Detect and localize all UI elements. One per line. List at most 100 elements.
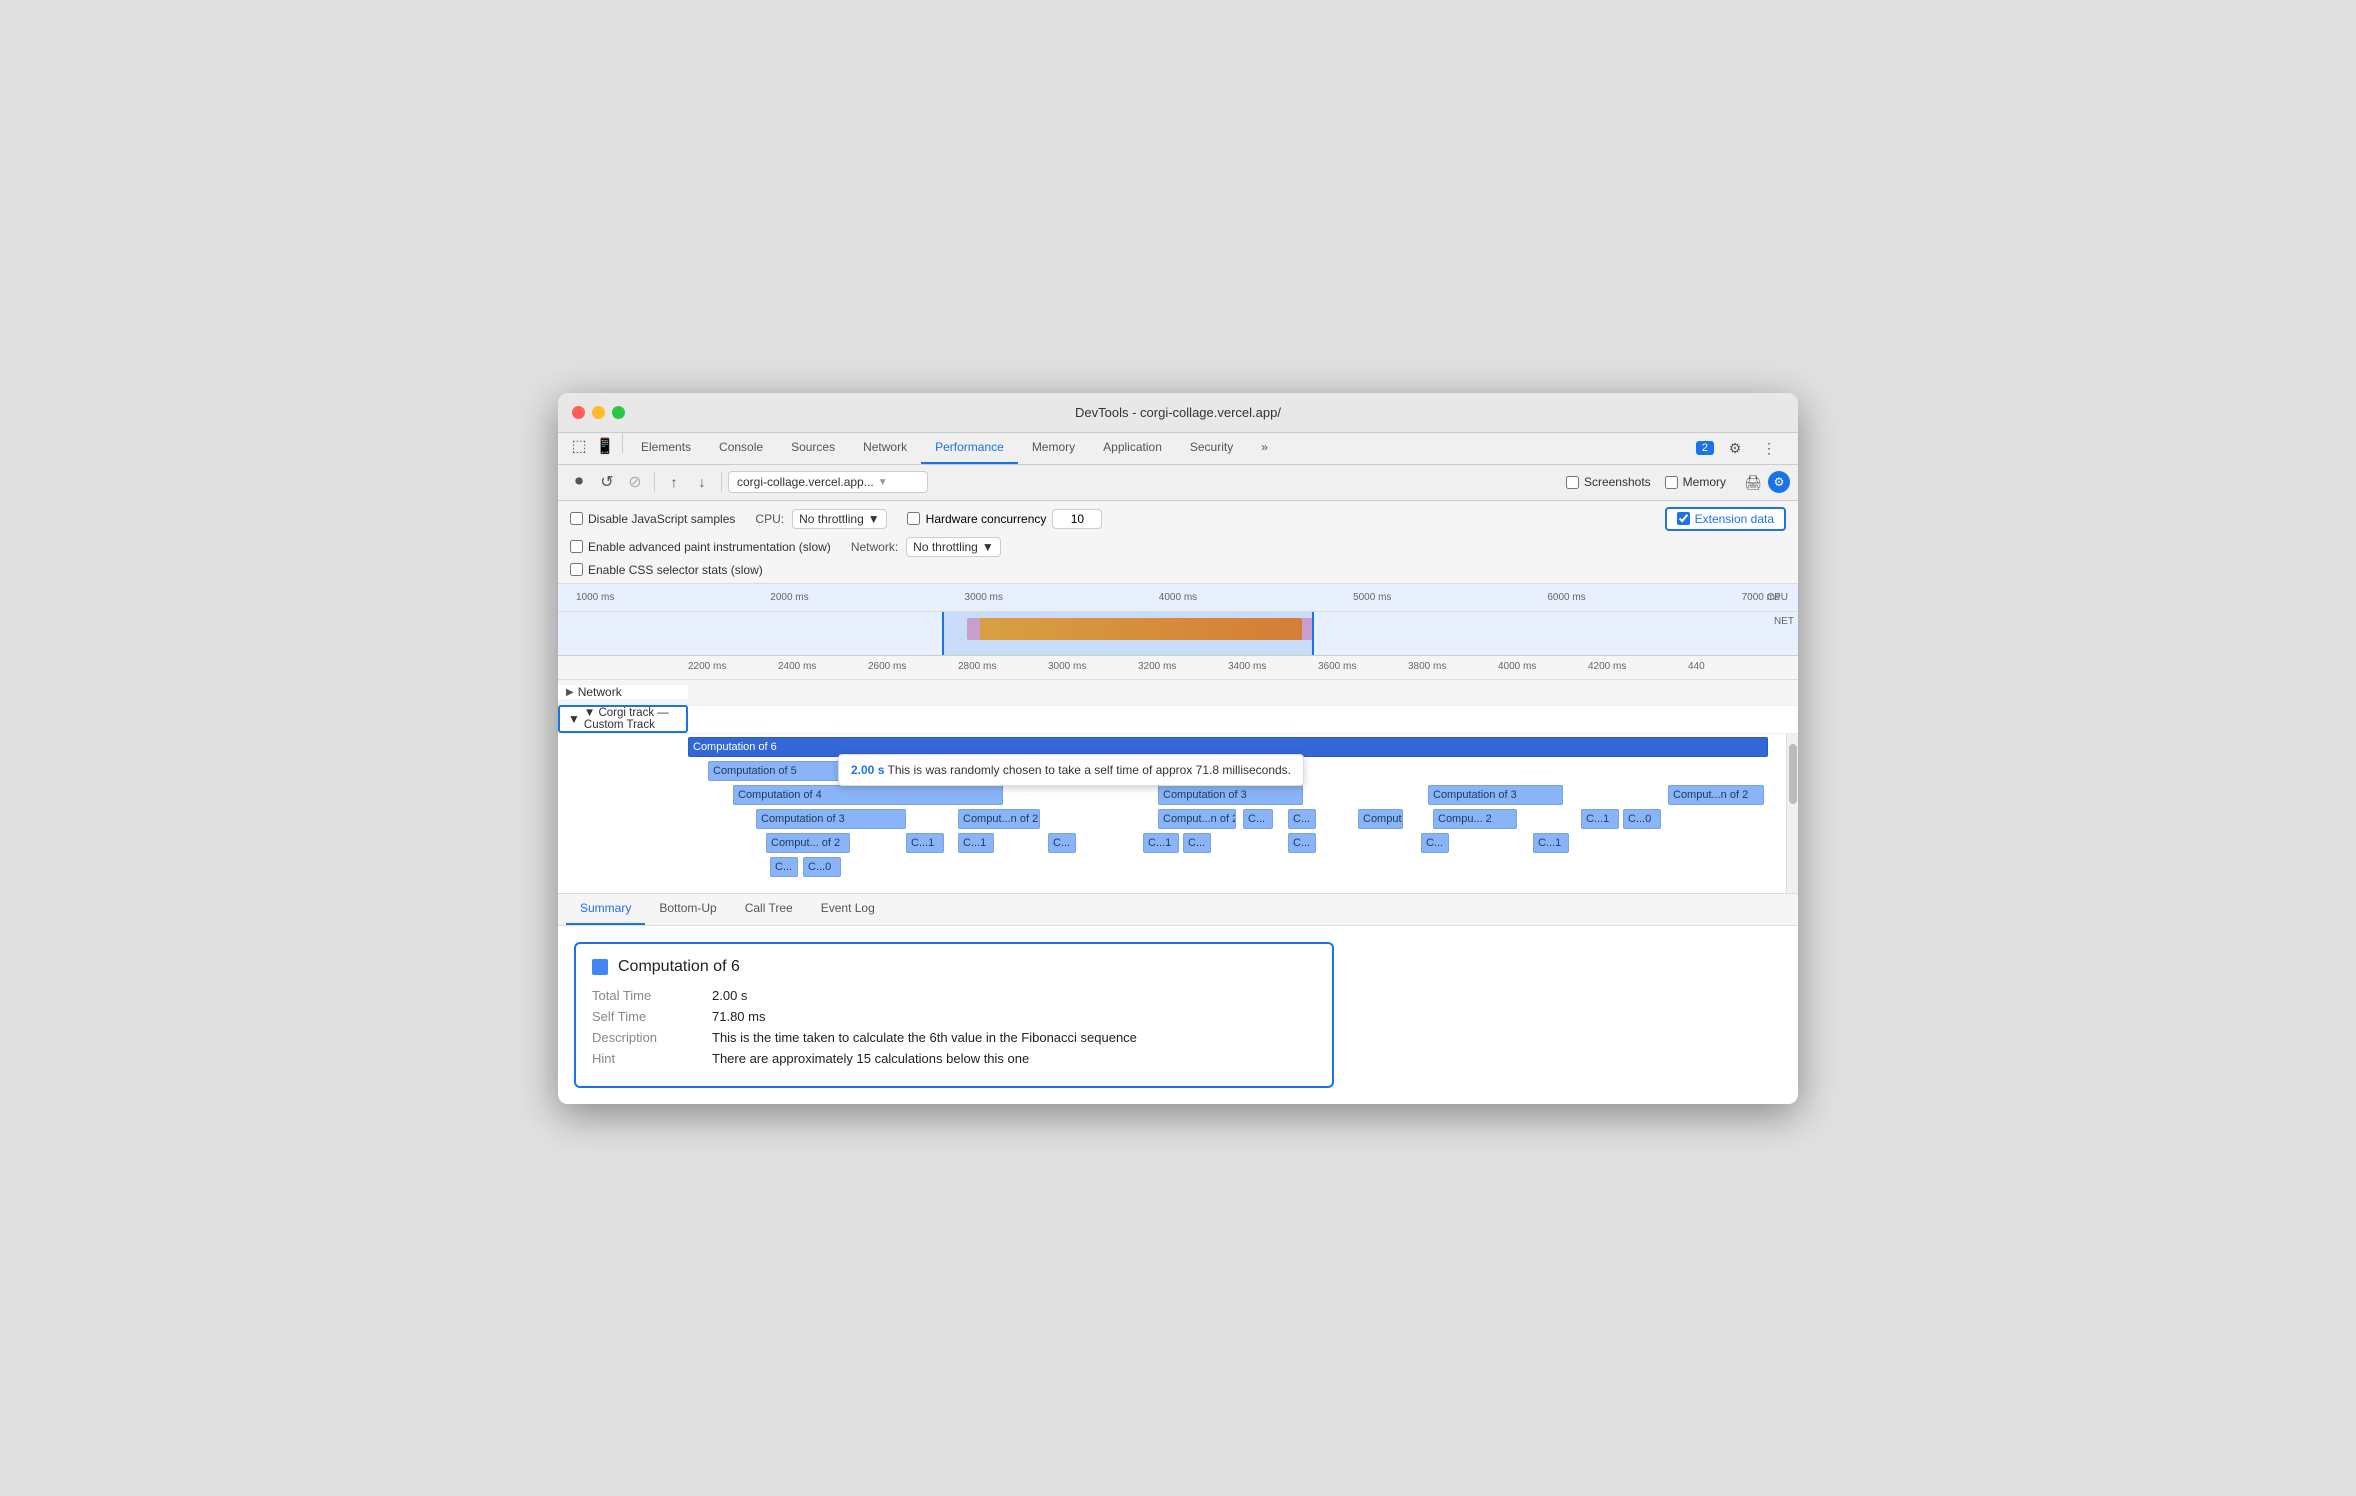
memory-icon[interactable]: 🖨: [1740, 469, 1766, 495]
hw-group: Hardware concurrency 10: [907, 509, 1103, 529]
summary-row-hint: Hint There are approximately 15 calculat…: [592, 1051, 1316, 1066]
flame-block-c0a[interactable]: C...0: [1623, 809, 1661, 829]
flame-block-comp2a[interactable]: Comput...n of 2: [1668, 785, 1764, 805]
enable-css-check[interactable]: Enable CSS selector stats (slow): [570, 563, 763, 577]
tab-security[interactable]: Security: [1176, 433, 1247, 464]
tab-memory[interactable]: Memory: [1018, 433, 1089, 464]
clear-button[interactable]: ⊘: [622, 469, 648, 495]
more-icon[interactable]: ⋮: [1756, 435, 1782, 461]
upload-button[interactable]: ↑: [661, 469, 687, 495]
detail-ruler: 2200 ms 2400 ms 2600 ms 2800 ms 3000 ms …: [558, 656, 1798, 680]
flame-block-comp2c[interactable]: Comput...n of 2: [1158, 809, 1236, 829]
ruler-2000: 2000 ms: [770, 592, 808, 603]
detail-3000: 3000 ms: [1048, 661, 1086, 672]
enable-paint-check[interactable]: Enable advanced paint instrumentation (s…: [570, 540, 831, 554]
url-text: corgi-collage.vercel.app...: [737, 475, 874, 489]
flame-block-comp3b[interactable]: Computation of 3: [1428, 785, 1563, 805]
devtools-window: DevTools - corgi-collage.vercel.app/ ⬚ 📱…: [558, 393, 1798, 1104]
flame-block-c2[interactable]: C...: [1288, 809, 1316, 829]
self-time-val: 71.80 ms: [712, 1009, 765, 1024]
flame-block-comp2d[interactable]: Comput...n of 2: [1358, 809, 1403, 829]
tab-console[interactable]: Console: [705, 433, 777, 464]
settings-icon[interactable]: ⚙: [1722, 435, 1748, 461]
tab-bottom-up[interactable]: Bottom-Up: [645, 894, 730, 925]
close-button[interactable]: [572, 406, 585, 419]
flame-block-comp4[interactable]: Computation of 4: [733, 785, 1003, 805]
corgi-track-header: ▼ ▼ Corgi track — Custom Track: [558, 706, 1798, 734]
detail-2200: 2200 ms: [688, 661, 726, 672]
flame-block-compu2e[interactable]: Compu... 2: [1433, 809, 1517, 829]
options-bar: Disable JavaScript samples CPU: No throt…: [558, 501, 1798, 584]
flame-block-c4[interactable]: C...: [1183, 833, 1211, 853]
bottom-tabs: Summary Bottom-Up Call Tree Event Log: [558, 894, 1798, 926]
flame-block-comp2f[interactable]: Comput... of 2: [766, 833, 850, 853]
tab-sources[interactable]: Sources: [777, 433, 849, 464]
memory-checkbox[interactable]: [1665, 476, 1678, 489]
reload-button[interactable]: ↺: [594, 469, 620, 495]
flame-block-comp3c[interactable]: Computation of 3: [756, 809, 906, 829]
flamegraph-scrollbar[interactable]: [1786, 734, 1798, 893]
flame-row-3: Computation of 4 Computation of 3 Comput…: [688, 784, 1798, 806]
flame-block-c1d[interactable]: C...1: [1143, 833, 1179, 853]
network-select[interactable]: No throttling ▼: [906, 537, 1001, 557]
flame-block-c5[interactable]: C...: [1288, 833, 1316, 853]
record-button[interactable]: ⏺: [566, 469, 592, 495]
detail-3600: 3600 ms: [1318, 661, 1356, 672]
screenshots-check[interactable]: Screenshots: [1566, 475, 1651, 489]
flame-block-c3[interactable]: C...: [1048, 833, 1076, 853]
total-time-val: 2.00 s: [712, 988, 747, 1003]
detail-440: 440: [1688, 661, 1705, 672]
memory-check[interactable]: Memory: [1665, 475, 1726, 489]
url-display: corgi-collage.vercel.app... ▼: [728, 471, 928, 493]
network-track-label[interactable]: ▶ Network: [558, 685, 688, 699]
cpu-group: CPU: No throttling ▼: [755, 509, 886, 529]
tab-call-tree[interactable]: Call Tree: [731, 894, 807, 925]
tab-performance[interactable]: Performance: [921, 433, 1018, 464]
flamegraph-area[interactable]: 2.00 s This is was randomly chosen to ta…: [558, 734, 1798, 894]
ruler-5000: 5000 ms: [1353, 592, 1391, 603]
hw-concurrency-input[interactable]: 10: [1052, 509, 1102, 529]
flame-block-comp3a[interactable]: Computation of 3: [1158, 785, 1303, 805]
flame-block-c1c[interactable]: C...1: [958, 833, 994, 853]
detail-4000: 4000 ms: [1498, 661, 1536, 672]
gear-button[interactable]: ⚙: [1768, 471, 1790, 493]
cpu-select[interactable]: No throttling ▼: [792, 509, 887, 529]
device-icon[interactable]: 📱: [592, 433, 618, 459]
tab-more[interactable]: »: [1247, 433, 1282, 464]
extension-data-button[interactable]: Extension data: [1665, 507, 1786, 531]
flame-block-c1b[interactable]: C...1: [906, 833, 944, 853]
overview-selection[interactable]: [942, 612, 1314, 655]
corgi-track-label[interactable]: ▼ ▼ Corgi track — Custom Track: [558, 705, 688, 733]
overview-bar[interactable]: NET: [558, 612, 1798, 656]
download-button[interactable]: ↓: [689, 469, 715, 495]
flame-block-c1a[interactable]: C...1: [1581, 809, 1619, 829]
flamegraph-scrollbar-thumb[interactable]: [1789, 744, 1797, 804]
flame-block-c6[interactable]: C...: [1421, 833, 1449, 853]
screenshots-checkbox[interactable]: [1566, 476, 1579, 489]
tab-event-log[interactable]: Event Log: [807, 894, 889, 925]
url-dropdown-icon[interactable]: ▼: [878, 477, 888, 488]
flame-block-c7[interactable]: C...: [770, 857, 798, 877]
fullscreen-button[interactable]: [612, 406, 625, 419]
ruler-3000: 3000 ms: [965, 592, 1003, 603]
tab-application[interactable]: Application: [1089, 433, 1176, 464]
hw-concurrency-check[interactable]: [907, 512, 920, 525]
tab-elements[interactable]: Elements: [627, 433, 705, 464]
minimize-button[interactable]: [592, 406, 605, 419]
flame-block-c1[interactable]: C...: [1243, 809, 1273, 829]
ruler-4000: 4000 ms: [1159, 592, 1197, 603]
flame-block-c0b[interactable]: C...0: [803, 857, 841, 877]
flame-block-c1e[interactable]: C...1: [1533, 833, 1569, 853]
detail-2400: 2400 ms: [778, 661, 816, 672]
summary-panel: Computation of 6 Total Time 2.00 s Self …: [558, 926, 1798, 1104]
disable-js-check[interactable]: Disable JavaScript samples: [570, 512, 735, 526]
flame-row-6: C... C...0: [688, 856, 1798, 878]
tab-network[interactable]: Network: [849, 433, 921, 464]
ruler-1000: 1000 ms: [576, 592, 614, 603]
inspector-icon[interactable]: ⬚: [566, 433, 592, 459]
network-track-row: ▶ Network: [558, 680, 1798, 706]
toolbar-sep1: [654, 472, 655, 492]
tab-summary[interactable]: Summary: [566, 894, 645, 925]
flame-block-comp2b[interactable]: Comput...n of 2: [958, 809, 1040, 829]
network-arrow: ▶: [566, 687, 574, 698]
